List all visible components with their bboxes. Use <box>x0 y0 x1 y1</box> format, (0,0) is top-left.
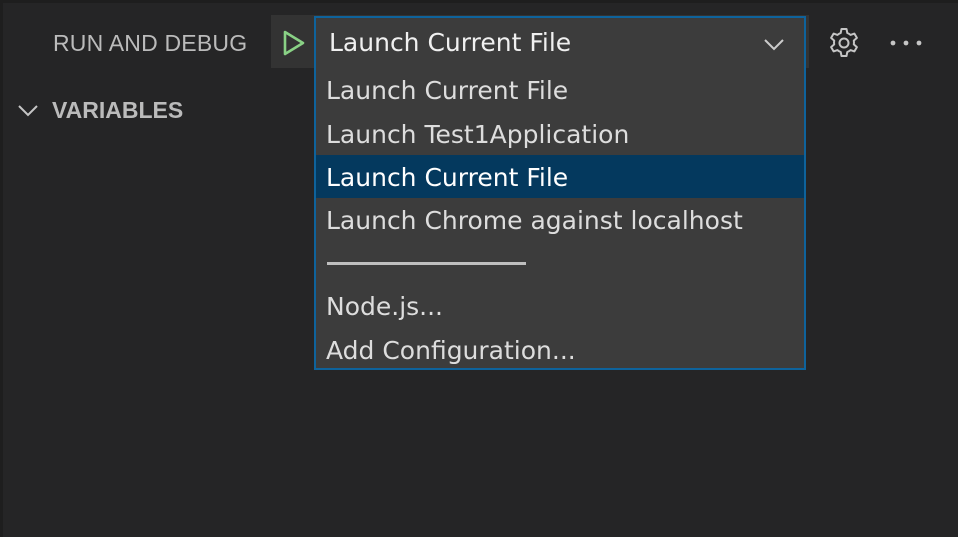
dropdown-item-launch-chrome[interactable]: Launch Chrome against localhost <box>316 198 804 241</box>
configuration-select[interactable]: Launch Current File <box>314 16 806 68</box>
dropdown-item-nodejs[interactable]: Node.js... <box>316 284 804 327</box>
configuration-dropdown-list: Launch Current File Launch Test1Applicat… <box>314 66 806 370</box>
play-icon <box>283 30 305 56</box>
top-border <box>0 0 958 3</box>
variables-label: VARIABLES <box>52 96 184 123</box>
gear-icon <box>830 28 858 57</box>
dropdown-item-launch-current-file-selected[interactable]: Launch Current File <box>316 155 804 198</box>
start-debugging-button[interactable] <box>276 25 312 61</box>
dropdown-item-launch-current-file[interactable]: Launch Current File <box>316 68 804 111</box>
dropdown-item-add-configuration[interactable]: Add Configuration... <box>316 328 804 371</box>
dropdown-item-launch-test1application[interactable]: Launch Test1Application <box>316 112 804 155</box>
selected-configuration: Launch Current File <box>329 28 572 57</box>
more-actions-button[interactable] <box>884 22 928 64</box>
chevron-down-icon <box>764 39 784 51</box>
view-title: RUN AND DEBUG <box>53 30 248 56</box>
left-border <box>0 0 3 537</box>
variables-section-header[interactable]: VARIABLES <box>14 92 183 128</box>
dropdown-separator <box>327 262 526 265</box>
ellipsis-icon <box>890 40 922 46</box>
open-launch-json-button[interactable] <box>823 22 865 64</box>
chevron-down-icon <box>14 96 42 124</box>
run-and-debug-view: RUN AND DEBUG Launch Current File VARIAB… <box>0 0 958 537</box>
